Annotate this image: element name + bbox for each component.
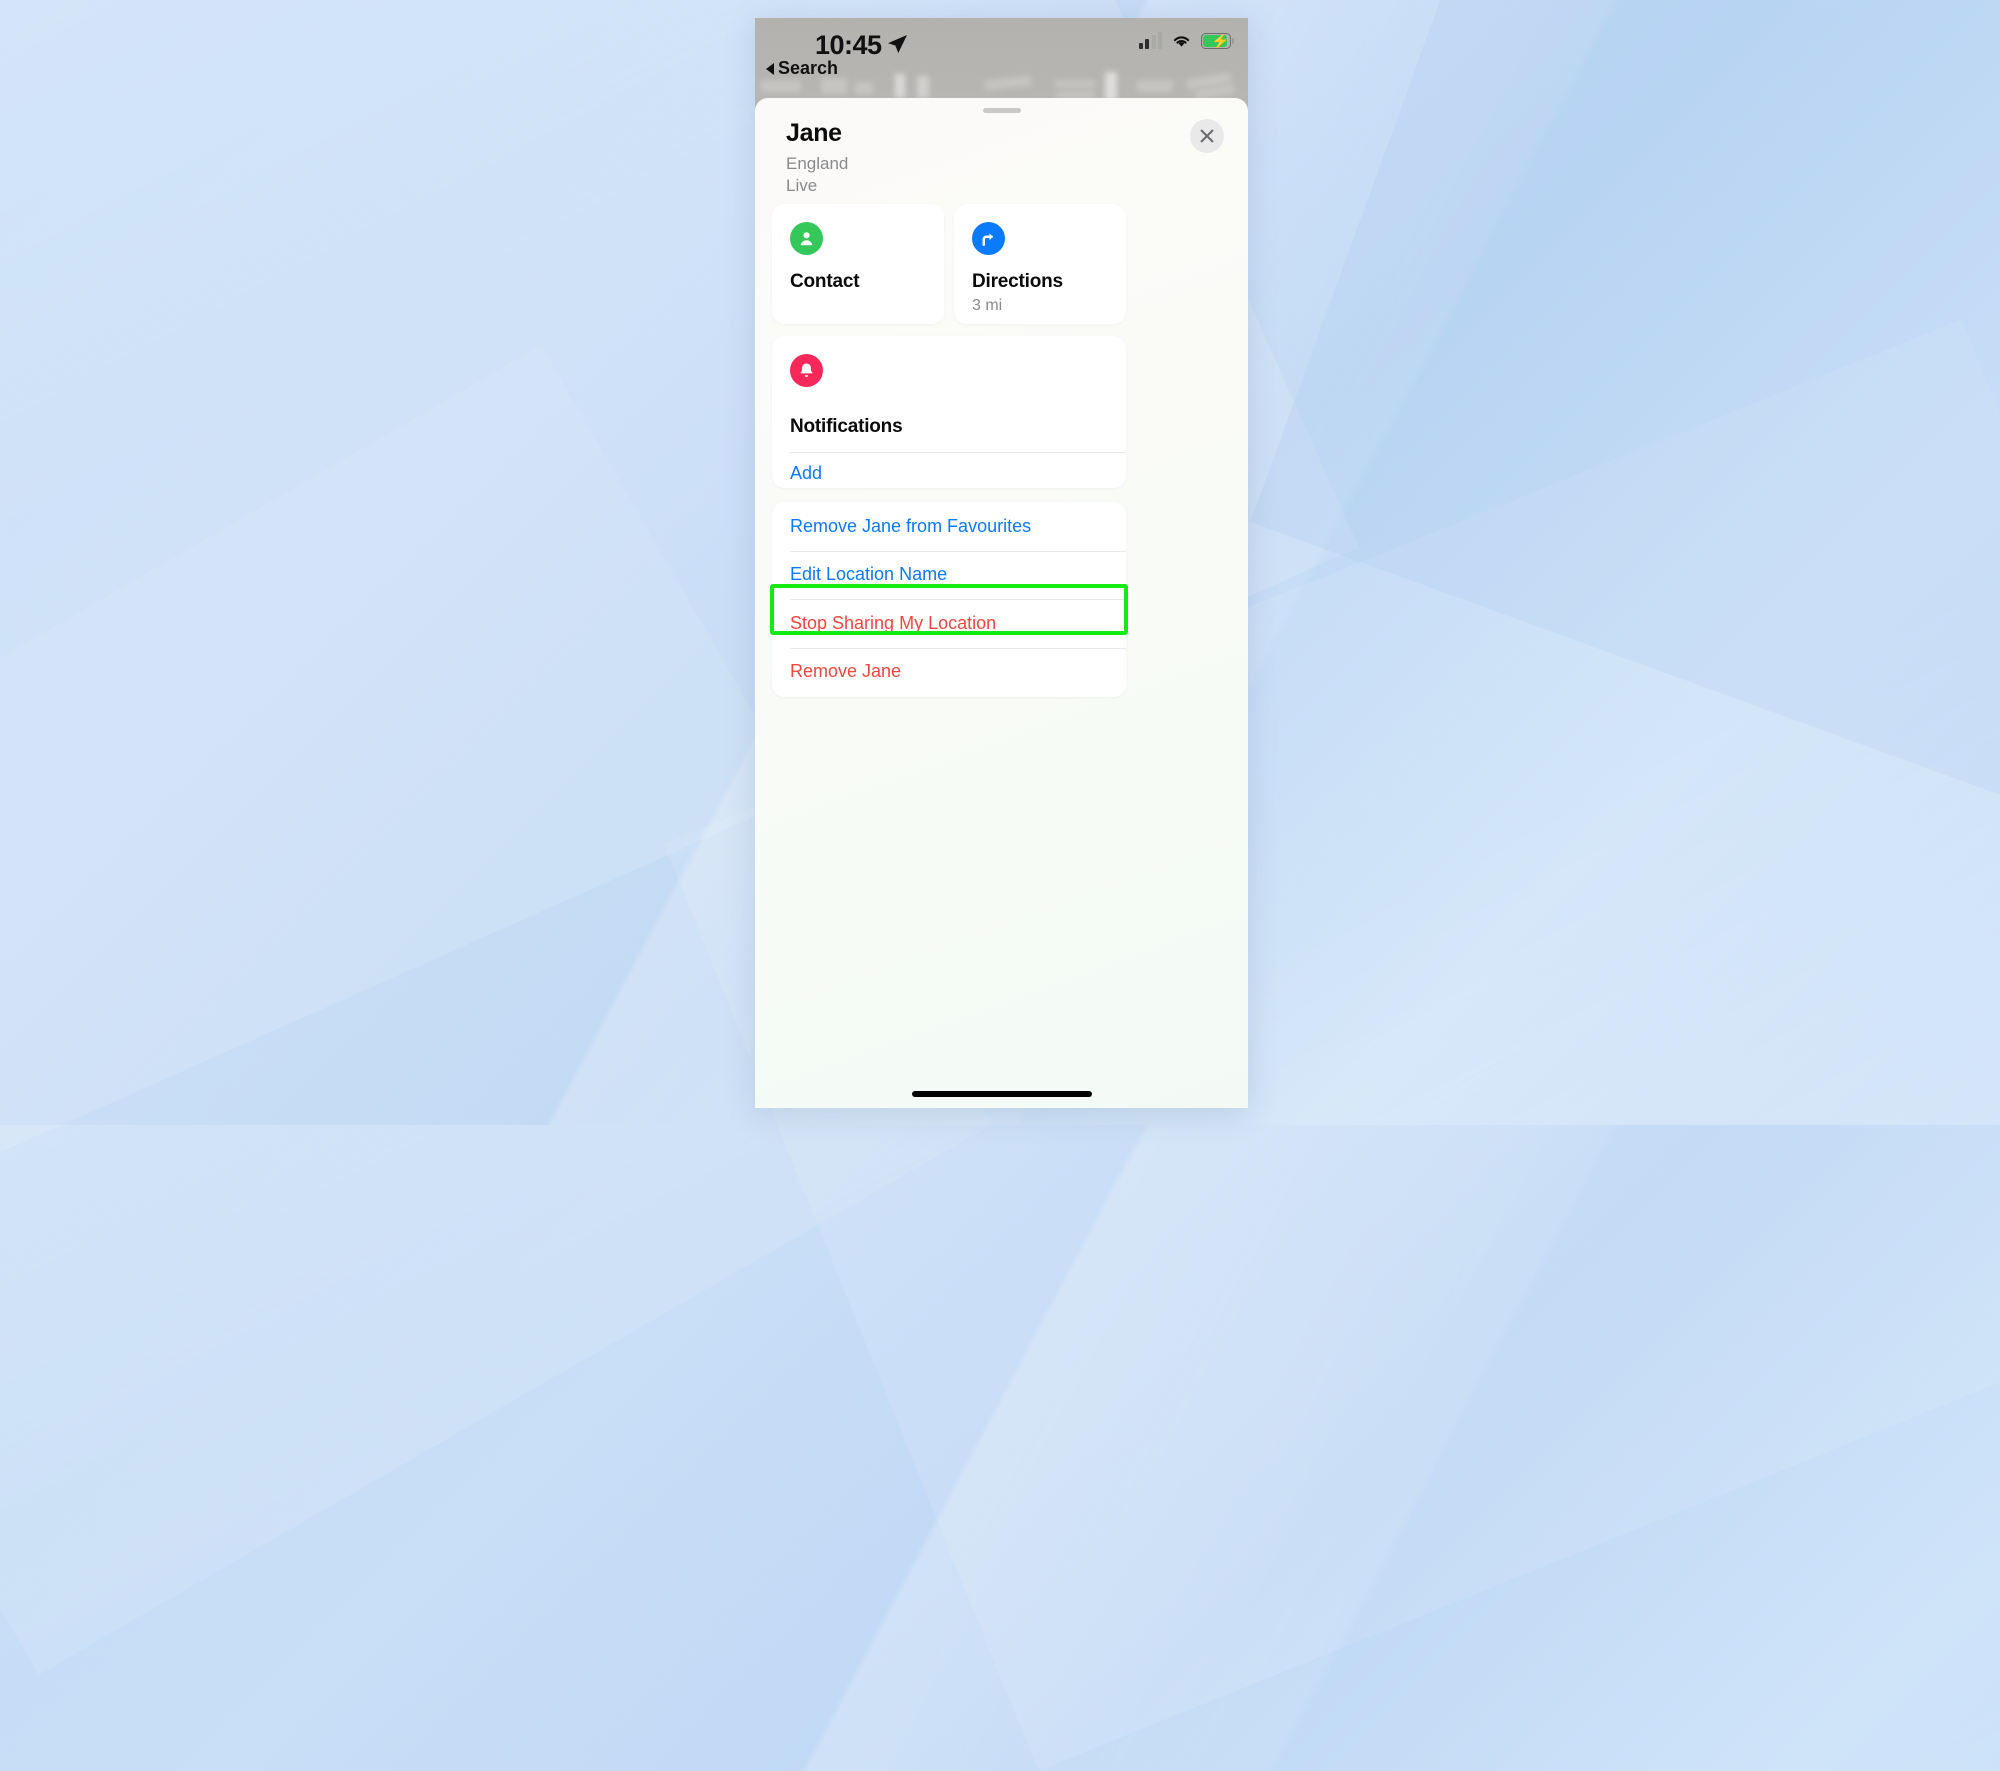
back-to-search-button[interactable]: Search <box>766 58 838 79</box>
cellular-signal-icon <box>1139 32 1163 49</box>
status-indicators: ⚡ <box>1139 32 1235 49</box>
card-divider <box>790 452 1126 453</box>
action-stop-sharing-my-location[interactable]: Stop Sharing My Location <box>772 599 1126 648</box>
notifications-card: Notifications Add <box>772 336 1126 488</box>
page-title: Jane <box>786 121 848 146</box>
status-bar: 10:45 Search ⚡ <box>755 18 1248 82</box>
action-remove-from-favourites[interactable]: Remove Jane from Favourites <box>772 502 1126 551</box>
bell-icon <box>790 354 823 387</box>
close-button[interactable] <box>1190 119 1224 153</box>
sheet-grabber[interactable] <box>983 108 1021 113</box>
action-label: Remove Jane <box>790 661 901 682</box>
contact-card-title: Contact <box>790 271 859 293</box>
person-circle-icon <box>790 222 823 255</box>
background-facet <box>1250 0 2000 830</box>
notifications-card-title: Notifications <box>790 416 902 438</box>
directions-card-title: Directions <box>972 271 1063 293</box>
person-status: Live <box>786 175 848 197</box>
home-indicator <box>912 1091 1092 1097</box>
turn-right-arrow-icon <box>972 222 1005 255</box>
action-edit-location-name[interactable]: Edit Location Name <box>772 551 1126 600</box>
action-remove-jane[interactable]: Remove Jane <box>772 648 1126 697</box>
sheet-header: Jane England Live <box>786 121 848 196</box>
action-label: Remove Jane from Favourites <box>790 516 1031 537</box>
action-label: Edit Location Name <box>790 564 947 585</box>
close-icon <box>1199 128 1215 144</box>
battery-charging-icon: ⚡ <box>1201 33 1234 49</box>
wifi-icon <box>1171 33 1192 49</box>
directions-card[interactable]: Directions 3 mi <box>954 204 1126 324</box>
person-region: England <box>786 153 848 175</box>
directions-distance: 3 mi <box>972 297 1002 315</box>
back-label: Search <box>778 58 838 79</box>
phone-screen: 10:45 Search ⚡ Jane En <box>755 18 1248 1108</box>
status-time: 10:45 <box>815 30 882 61</box>
contact-card[interactable]: Contact <box>772 204 944 324</box>
detail-sheet: Jane England Live Contact <box>755 98 1248 1108</box>
back-triangle-icon <box>766 63 774 75</box>
add-notification-link[interactable]: Add <box>790 463 822 484</box>
action-label: Stop Sharing My Location <box>790 613 996 634</box>
location-arrow-icon <box>885 32 909 56</box>
actions-list: Remove Jane from Favourites Edit Locatio… <box>772 502 1126 697</box>
